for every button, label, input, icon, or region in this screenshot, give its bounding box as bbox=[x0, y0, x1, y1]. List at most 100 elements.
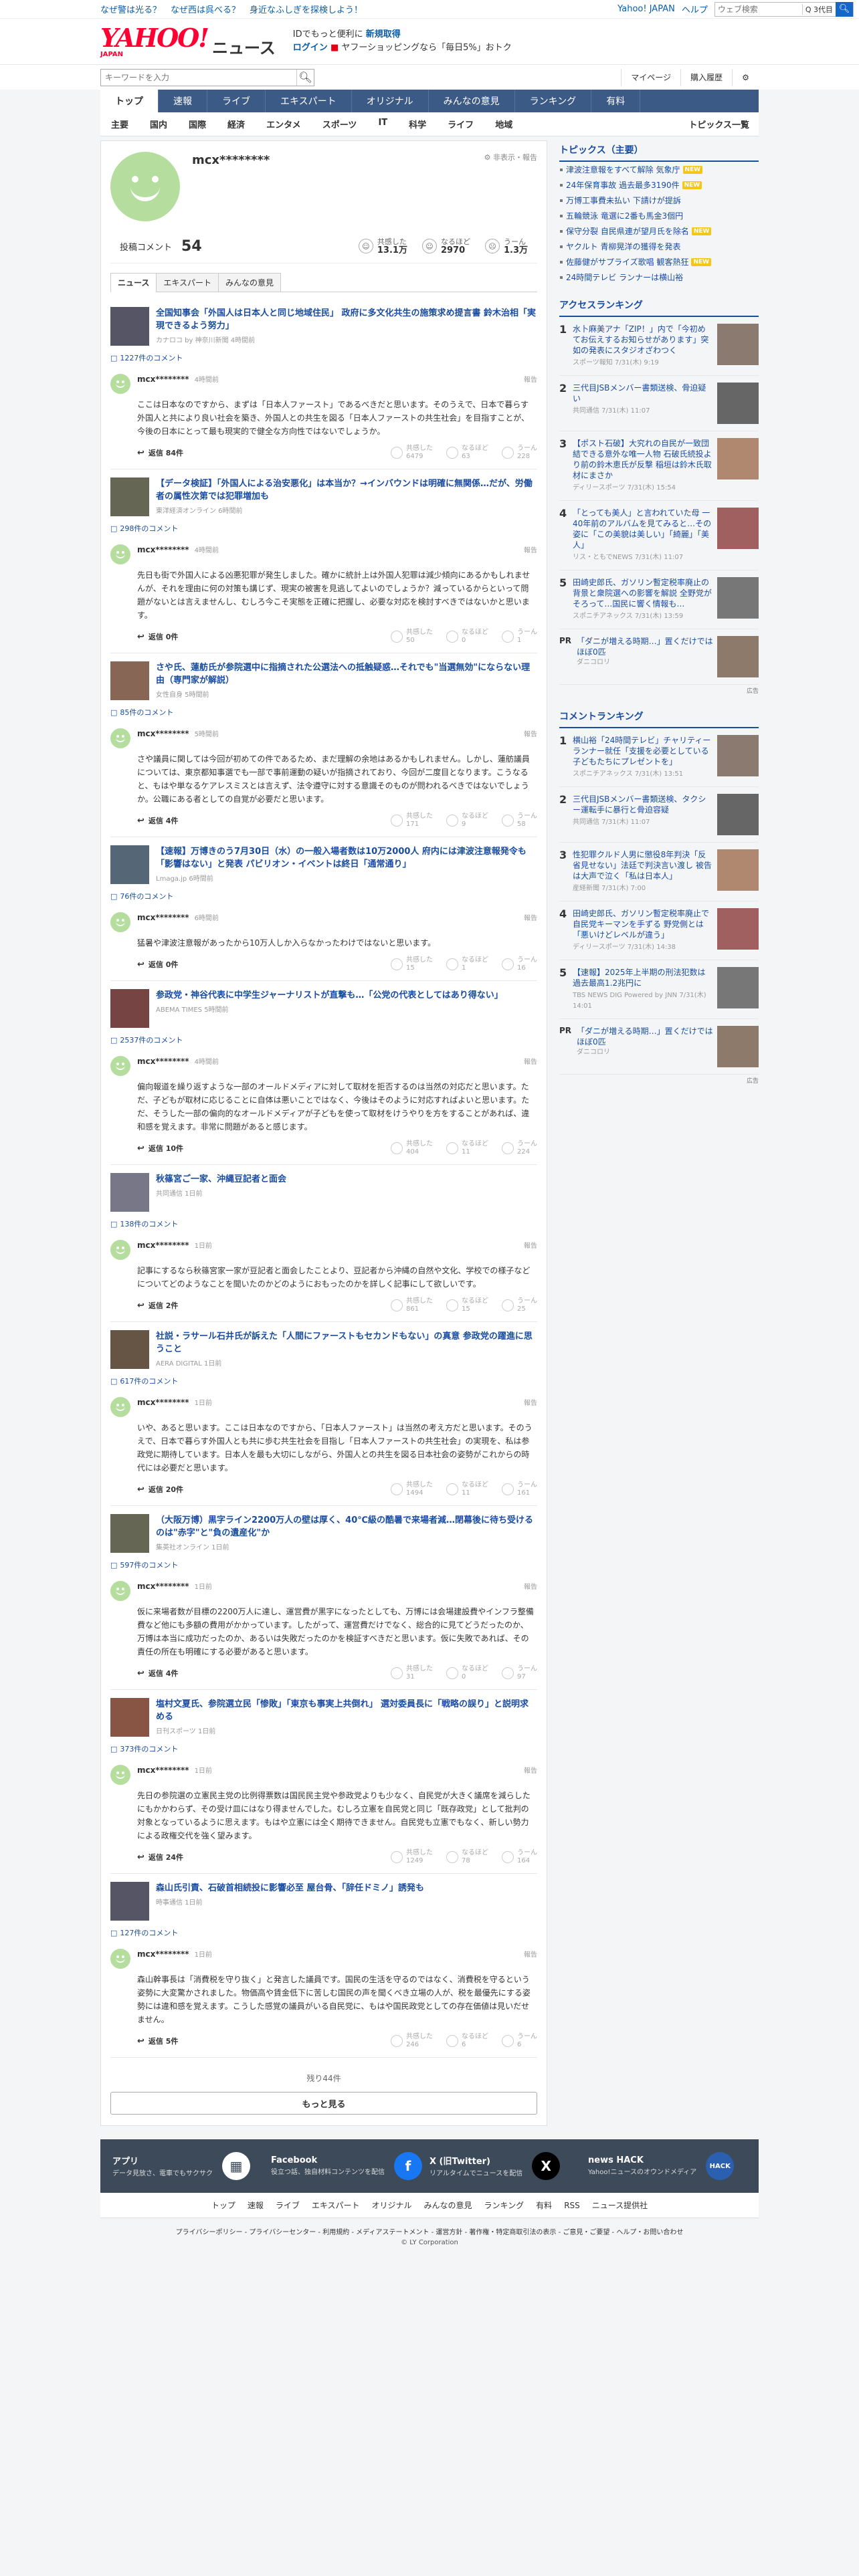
comment-count-link[interactable]: □ 2537件のコメント bbox=[110, 1035, 537, 1045]
promo-line2[interactable]: ヤフーショッピングなら「毎日5%」おトク bbox=[341, 43, 511, 53]
report-link[interactable]: 報告 bbox=[524, 1581, 537, 1601]
comment-count-link[interactable]: □ 85件のコメント bbox=[110, 707, 537, 718]
gnav-top[interactable]: トップ bbox=[100, 90, 159, 112]
article-title[interactable]: 参政党・神谷代表に中学生ジャーナリストが直撃も…「公党の代表としてはあり得ない」 bbox=[156, 989, 503, 1002]
cat-business[interactable]: 経済 bbox=[217, 118, 256, 130]
article-link[interactable]: 社説・ラサール石井氏が訴えた「人間にファーストもセカンドもない」の真意 参政党の… bbox=[110, 1330, 537, 1369]
vote-hmm-button[interactable]: うーん 25 bbox=[502, 1297, 537, 1313]
footer-x[interactable]: X (旧Twitter) リアルタイムでニュースを配信 X bbox=[430, 2152, 588, 2180]
cat-world[interactable]: 国際 bbox=[178, 118, 217, 130]
comment-count-link[interactable]: □ 617件のコメント bbox=[110, 1376, 537, 1386]
vote-hmm-button[interactable]: うーん 228 bbox=[502, 445, 537, 461]
vote-agree-button[interactable]: 共感した 15 bbox=[391, 956, 433, 972]
vote-agree-button[interactable]: 共感した 1494 bbox=[391, 1481, 433, 1497]
mypage-link[interactable]: マイページ bbox=[621, 68, 680, 86]
topic-item[interactable]: 24時間テレビ ランナーは横山裕 bbox=[559, 270, 759, 285]
reply-button[interactable]: ↩ 返信 10件 bbox=[137, 1143, 183, 1154]
yahoo-logo[interactable]: YAHOO! JAPAN ニュース bbox=[100, 25, 276, 58]
gnav-breaking[interactable]: 速報 bbox=[159, 90, 207, 112]
article-link[interactable]: 秋篠宮ご一家、沖縄豆記者と面会 共同通信 1日前 bbox=[110, 1173, 537, 1212]
footer-nav-item[interactable]: ニュース提供社 bbox=[592, 2199, 648, 2211]
article-link[interactable]: 【データ検証】「外国人による治安悪化」は本当か？→インバウンドは明確に無関係…だ… bbox=[110, 477, 537, 516]
portal-link[interactable]: Yahoo! JAPAN bbox=[617, 4, 675, 14]
news-search-input[interactable] bbox=[101, 69, 296, 86]
article-link[interactable]: 塩村文夏氏、参院選立民「惨敗」「東京も事実上共倒れ」 選対委員長に「戦略の誤り」… bbox=[110, 1698, 537, 1737]
report-link[interactable]: 報告 bbox=[524, 374, 537, 394]
article-title[interactable]: 【速報】万博きのう7月30日（水）の一般入場者数は10万2000人 府内には津波… bbox=[156, 845, 537, 871]
topic-item[interactable]: 五輪競泳 竜選に2番も馬金3個円 bbox=[559, 208, 759, 223]
report-link[interactable]: 報告 bbox=[524, 1056, 537, 1076]
reply-button[interactable]: ↩ 返信 5件 bbox=[137, 2036, 178, 2046]
cat-it[interactable]: IT bbox=[367, 118, 398, 130]
vote-agree-button[interactable]: 共感した 171 bbox=[391, 813, 433, 829]
topic-item[interactable]: 保守分裂 自民県連が望月氏を除名 NEW bbox=[559, 223, 759, 239]
vote-agree-button[interactable]: 共感した 1249 bbox=[391, 1849, 433, 1865]
reply-button[interactable]: ↩ 返信 84件 bbox=[137, 447, 183, 458]
footer-facebook[interactable]: Facebook 役立つ話、独自材料コンテンツを配信 f bbox=[271, 2152, 430, 2180]
article-title[interactable]: 森山氏引責、石破首相続投に影響必至 屋台骨、「辞任ドミノ」誘発も bbox=[156, 1882, 424, 1895]
top-link-2[interactable]: なぜ西は呉べる？ bbox=[171, 3, 240, 15]
reply-button[interactable]: ↩ 返信 0件 bbox=[137, 631, 178, 642]
load-more-button[interactable]: もっと見る bbox=[110, 2092, 537, 2115]
cat-local[interactable]: 地域 bbox=[484, 118, 523, 130]
vote-hmm-button[interactable]: うーん 6 bbox=[502, 2033, 537, 2049]
vote-agree-button[interactable]: 共感した 50 bbox=[391, 629, 433, 645]
footer-links[interactable]: プライバシーポリシー - プライバシーセンター - 利用規約 - メディアステー… bbox=[0, 2218, 859, 2239]
signup-link[interactable]: 新規取得 bbox=[366, 29, 401, 39]
topic-item[interactable]: 24年保育事故 過去最多3190件 NEW bbox=[559, 177, 759, 193]
pr-ad-2[interactable]: PR 「ダニが増える時期…」置くだけではほぼ0匹 ダニコロリ bbox=[559, 1019, 759, 1075]
report-link[interactable]: 報告 bbox=[524, 1397, 537, 1417]
article-title[interactable]: 秋篠宮ご一家、沖縄豆記者と面会 bbox=[156, 1173, 286, 1186]
report-link[interactable]: 報告 bbox=[524, 1765, 537, 1785]
vote-agree-button[interactable]: 共感した 404 bbox=[391, 1140, 433, 1156]
login-link[interactable]: ログイン bbox=[293, 43, 328, 53]
search-icon[interactable]: 🔍︎ bbox=[296, 69, 314, 86]
vote-insight-button[interactable]: なるほど 11 bbox=[446, 1140, 488, 1156]
top-link-3[interactable]: 身近なふしぎを探検しよう！ bbox=[250, 3, 363, 15]
footer-nav-item[interactable]: みんなの意見 bbox=[424, 2199, 472, 2211]
footer-nav-item[interactable]: エキスパート bbox=[312, 2199, 360, 2211]
article-link[interactable]: 森山氏引責、石破首相続投に影響必至 屋台骨、「辞任ドミノ」誘発も 時事通信 1日前 bbox=[110, 1882, 537, 1921]
footer-nav-item[interactable]: トップ bbox=[211, 2199, 235, 2211]
topic-item[interactable]: 佐藤健がサプライズ歌唱 観客熱狂 NEW bbox=[559, 254, 759, 270]
cat-sports[interactable]: スポーツ bbox=[312, 118, 368, 130]
vote-insight-button[interactable]: なるほど 78 bbox=[446, 1849, 488, 1865]
ranking-item[interactable]: 5 【速報】2025年上半期の刑法犯数は過去最高1.2兆円に TBS NEWS DI… bbox=[559, 960, 759, 1019]
comment-count-link[interactable]: □ 597件のコメント bbox=[110, 1560, 537, 1570]
vote-insight-button[interactable]: なるほど 9 bbox=[446, 813, 488, 829]
ranking-item[interactable]: 5 田崎史郎氏、ガソリン暫定税率廃止の背景と衆院選への影響を解説 全野党がそろって… bbox=[559, 570, 759, 629]
ranking-item[interactable]: 2 三代目JSBメンバー書類送検、骨迫疑い 共同通信 7/31(木) 11:07 bbox=[559, 376, 759, 431]
ranking-item[interactable]: 4 「とっても美人」と言われていた母 一40年前のアルバムを見てみると…その姿に「… bbox=[559, 501, 759, 570]
vote-insight-button[interactable]: なるほど 6 bbox=[446, 2033, 488, 2049]
topic-item[interactable]: 万博工事費未払い 下請けが提訴 bbox=[559, 193, 759, 208]
hide-report-link[interactable]: ⚙ 非表示・報告 bbox=[484, 152, 537, 167]
vote-insight-button[interactable]: なるほど 0 bbox=[446, 629, 488, 645]
article-title[interactable]: 全国知事会「外国人は日本人と同じ地域住民」 政府に多文化共生の施策求め提言書 鈴… bbox=[156, 307, 537, 332]
vote-agree-button[interactable]: 共感した 861 bbox=[391, 1297, 433, 1313]
gnav-expert[interactable]: エキスパート bbox=[266, 90, 352, 112]
ranking-item[interactable]: 1 水卜麻美アナ「ZIP！」内で「今初めてお伝えするお知らせがあります」突如の発表… bbox=[559, 317, 759, 376]
vote-hmm-button[interactable]: うーん 1 bbox=[502, 629, 537, 645]
report-link[interactable]: 報告 bbox=[524, 912, 537, 932]
gear-icon[interactable]: ⚙ bbox=[732, 68, 759, 86]
search-icon[interactable]: 🔍︎ bbox=[836, 1, 853, 17]
tab-opinions[interactable]: みんなの意見 bbox=[218, 273, 282, 292]
reply-button[interactable]: ↩ 返信 0件 bbox=[137, 959, 178, 970]
footer-newshack[interactable]: news HACK Yahoo!ニュースのオウンドメディア HACK bbox=[588, 2152, 747, 2180]
article-link[interactable]: 参政党・神谷代表に中学生ジャーナリストが直撃も…「公党の代表としてはあり得ない」… bbox=[110, 989, 537, 1028]
article-link[interactable]: 全国知事会「外国人は日本人と同じ地域住民」 政府に多文化共生の施策求め提言書 鈴… bbox=[110, 307, 537, 346]
footer-nav-item[interactable]: 有料 bbox=[536, 2199, 552, 2211]
vote-hmm-button[interactable]: うーん 97 bbox=[502, 1665, 537, 1681]
vote-hmm-button[interactable]: うーん 58 bbox=[502, 813, 537, 829]
article-title[interactable]: 塩村文夏氏、参院選立民「惨敗」「東京も事実上共倒れ」 選対委員長に「戦略の誤り」… bbox=[156, 1698, 537, 1723]
vote-hmm-button[interactable]: うーん 164 bbox=[502, 1849, 537, 1865]
tab-expert[interactable]: エキスパート bbox=[156, 273, 219, 292]
report-link[interactable]: 報告 bbox=[524, 544, 537, 564]
comment-count-link[interactable]: □ 127件のコメント bbox=[110, 1927, 537, 1938]
footer-app[interactable]: アプリ データ見放さ、電車でもサクサク ▦ bbox=[112, 2152, 271, 2180]
vote-insight-button[interactable]: なるほど 15 bbox=[446, 1297, 488, 1313]
footer-nav-item[interactable]: ライブ bbox=[276, 2199, 300, 2211]
vote-insight-button[interactable]: なるほど 11 bbox=[446, 1481, 488, 1497]
article-title[interactable]: （大阪万博）黒字ライン2200万人の壁は厚く、40℃級の酷暑で来場者減…閉幕後に… bbox=[156, 1514, 537, 1539]
ranking-item[interactable]: 3 性犯罪クルド人男に懲役8年判決「反省見せない」法廷で判決言い渡し 被告は大声で… bbox=[559, 843, 759, 901]
